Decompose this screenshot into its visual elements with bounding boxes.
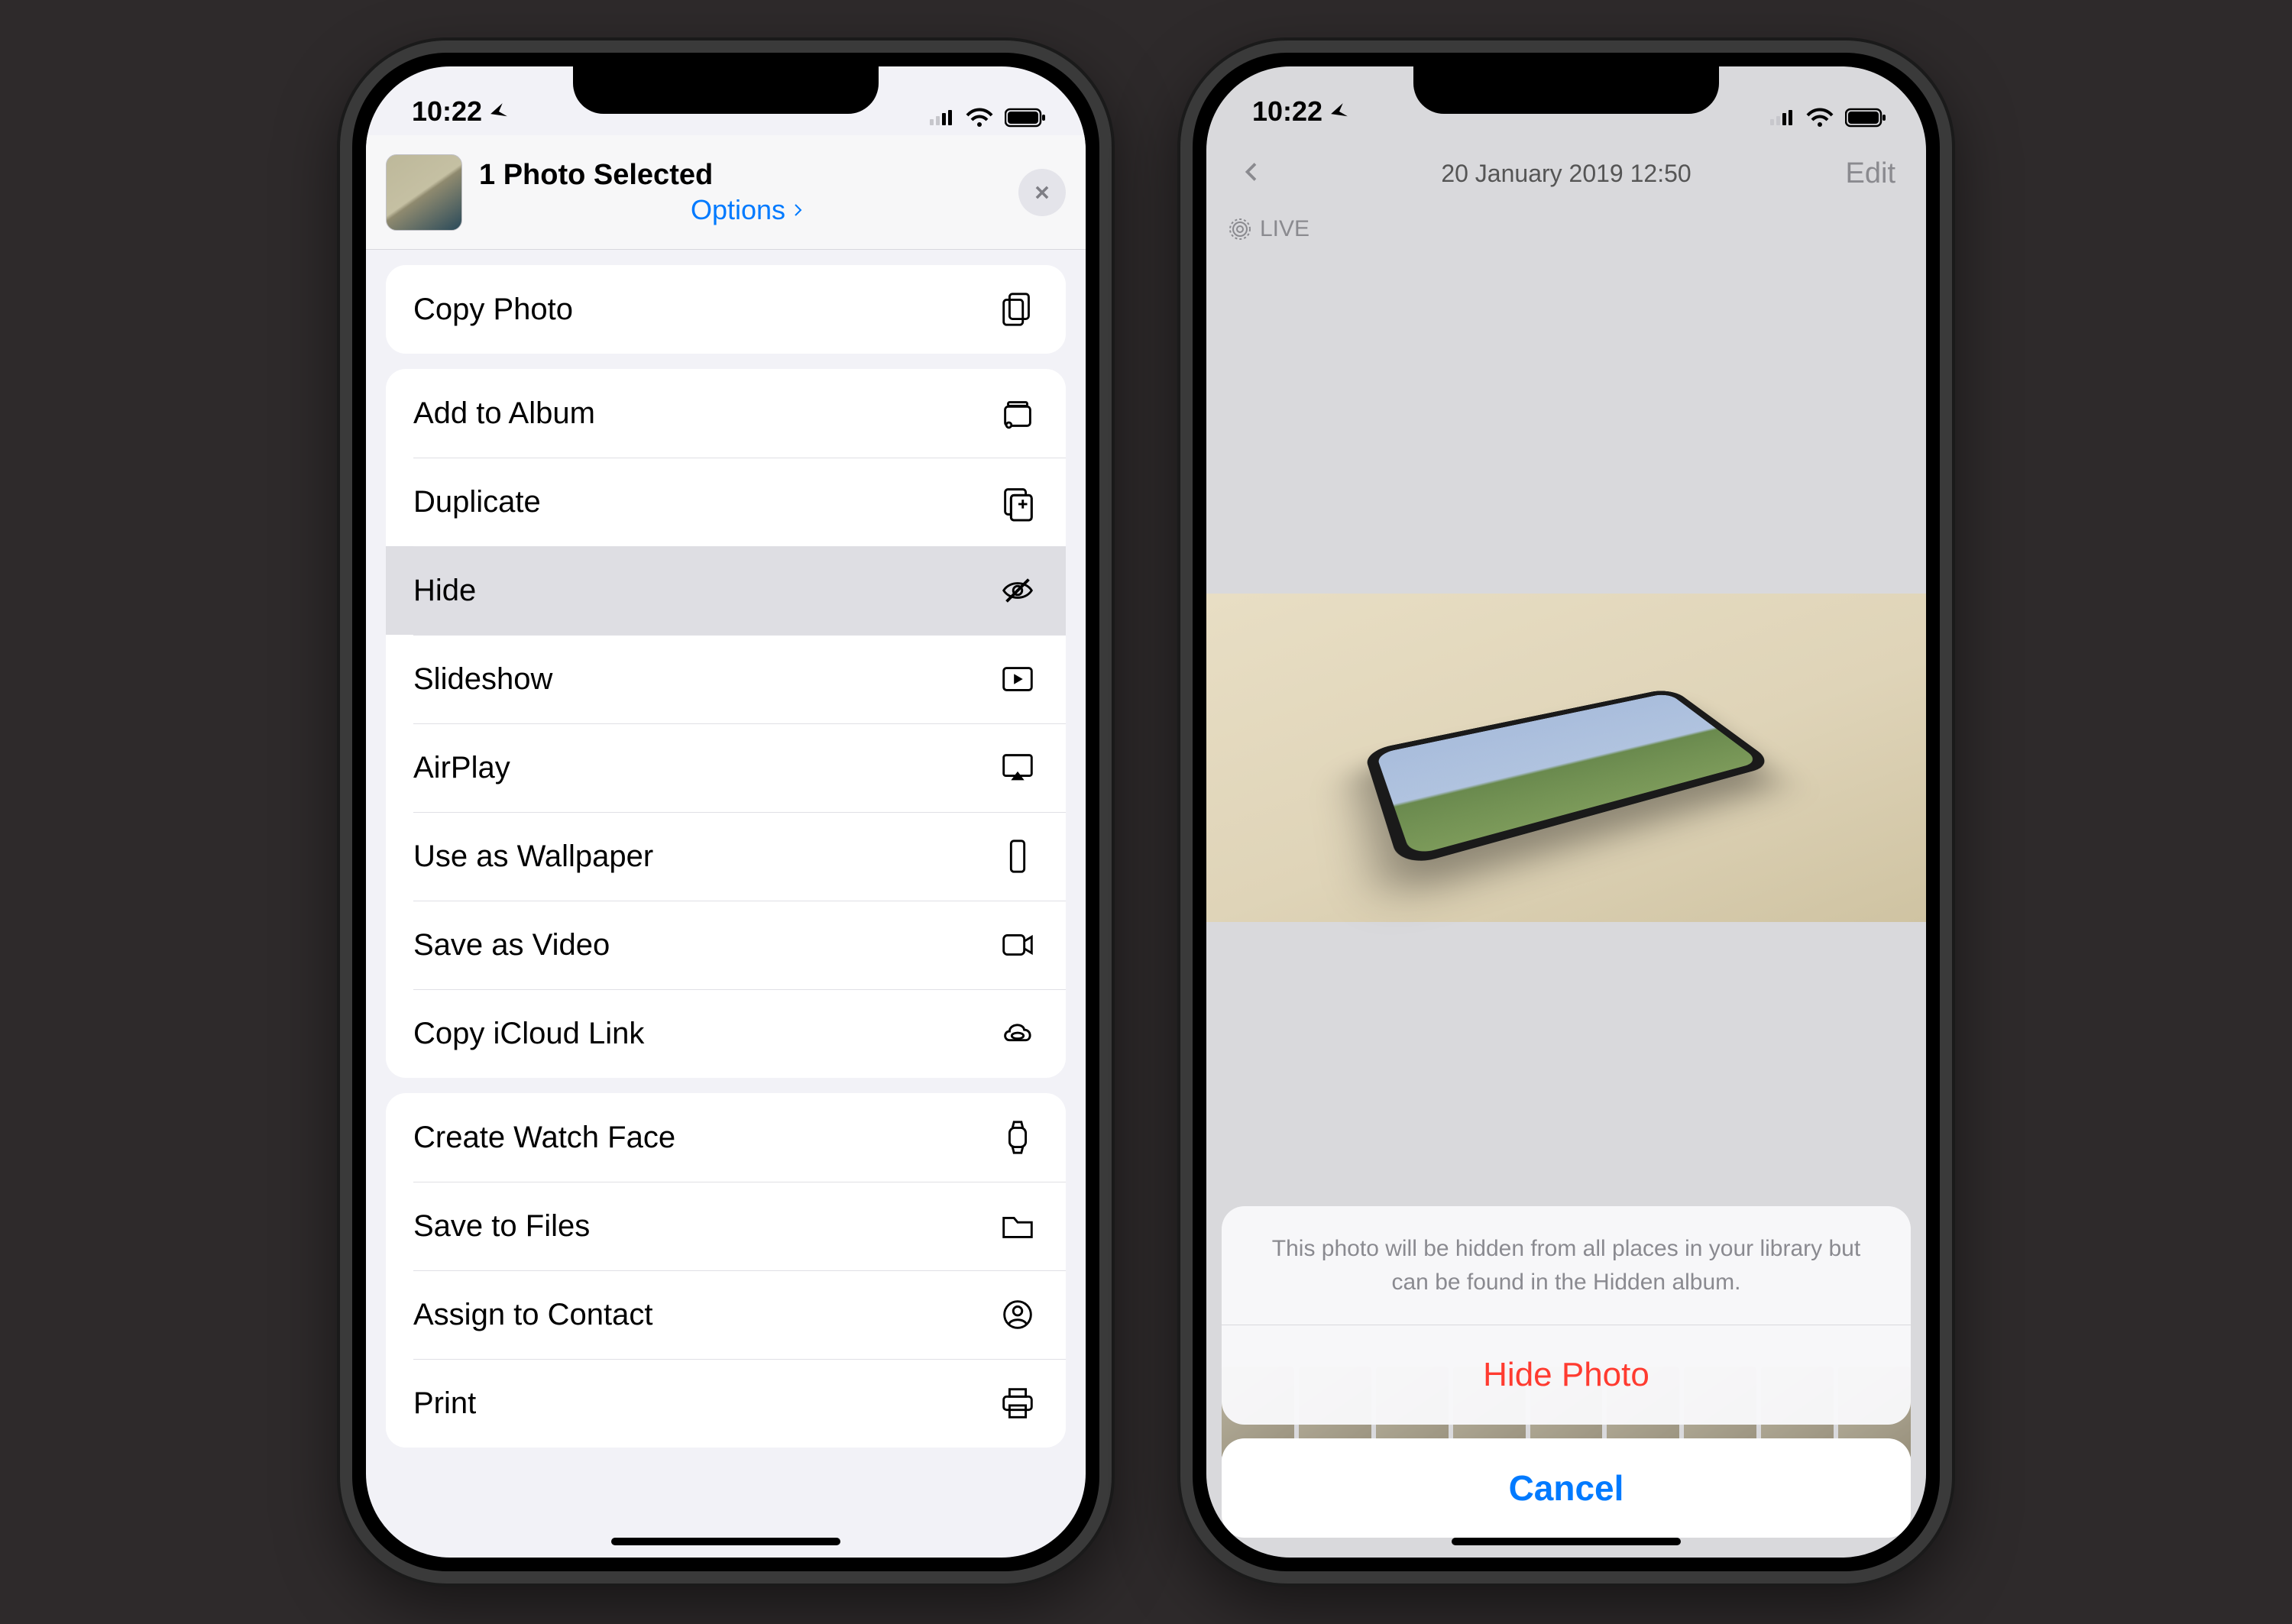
action-add-to-album[interactable]: Add to Album [386,369,1066,458]
battery-icon [1005,108,1047,128]
share-title: 1 Photo Selected [479,158,1018,193]
action-group: Create Watch Face Save to Files Assign to … [386,1093,1066,1448]
action-print[interactable]: Print [386,1359,1066,1448]
action-label: Copy Photo [413,293,573,327]
action-group: Copy Photo [386,265,1066,354]
action-copy-photo[interactable]: Copy Photo [386,265,1066,354]
photo-date-title: 20 January 2019 12:50 [1206,160,1926,188]
action-label: AirPlay [413,751,510,785]
action-duplicate[interactable]: Duplicate [386,458,1066,546]
close-button[interactable] [1018,169,1066,216]
hide-icon [997,571,1038,610]
options-link[interactable]: Options [479,194,1018,226]
location-icon [488,101,510,122]
action-airplay[interactable]: AirPlay [386,723,1066,812]
action-label: Duplicate [413,485,541,519]
status-time: 10:22 [412,95,482,128]
phone-left: 10:22 1 Photo Selected Options [340,40,1112,1584]
location-icon [1329,101,1350,122]
action-hide[interactable]: Hide [386,546,1066,635]
print-icon [997,1383,1038,1423]
action-label: Save as Video [413,928,610,962]
action-label: Save to Files [413,1209,590,1244]
live-icon [1229,218,1251,240]
airplay-icon [997,748,1038,788]
share-header: 1 Photo Selected Options [366,135,1086,250]
close-icon [1029,180,1055,205]
action-label: Copy iCloud Link [413,1017,644,1051]
action-sheet: This photo will be hidden from all place… [1222,1206,1911,1538]
wifi-icon [1805,108,1834,128]
status-time: 10:22 [1252,95,1322,128]
sheet-message: This photo will be hidden from all place… [1222,1206,1911,1325]
action-create-watch-face[interactable]: Create Watch Face [386,1093,1066,1182]
play-icon [997,659,1038,699]
action-save-to-files[interactable]: Save to Files [386,1182,1066,1270]
photo-viewer[interactable] [1206,594,1926,922]
duplicate-icon [997,482,1038,522]
navbar: 20 January 2019 12:50 Edit [1206,135,1926,212]
action-slideshow[interactable]: Slideshow [386,635,1066,723]
signal-icon [1769,108,1795,127]
folder-icon [997,1206,1038,1246]
contact-icon [997,1295,1038,1334]
home-indicator[interactable] [1452,1538,1681,1545]
selected-thumbnail[interactable] [386,154,462,231]
action-label: Use as Wallpaper [413,839,653,874]
action-copy-icloud-link[interactable]: Copy iCloud Link [386,989,1066,1078]
action-label: Add to Album [413,396,595,431]
live-badge: LIVE [1206,212,1926,247]
phone-right: 10:22 20 January 2019 12:50 Edit LIVE [1180,40,1952,1584]
album-icon [997,393,1038,433]
action-label: Assign to Contact [413,1298,653,1332]
battery-icon [1845,108,1888,128]
action-label: Create Watch Face [413,1121,675,1155]
watch-icon [997,1118,1038,1157]
wifi-icon [965,108,994,128]
video-icon [997,925,1038,965]
screen-photo-detail: 10:22 20 January 2019 12:50 Edit LIVE [1206,66,1926,1558]
action-label: Print [413,1386,476,1421]
screen-share-sheet: 10:22 1 Photo Selected Options [366,66,1086,1558]
action-group: Add to Album Duplicate Hide Slideshow AirPla… [386,369,1066,1078]
home-indicator[interactable] [611,1538,840,1545]
action-label: Hide [413,574,476,608]
hide-photo-button[interactable]: Hide Photo [1222,1325,1911,1425]
wallpaper-icon [997,836,1038,876]
action-save-as-video[interactable]: Save as Video [386,901,1066,989]
chevron-right-icon [788,201,807,219]
cancel-button[interactable]: Cancel [1222,1438,1911,1538]
action-label: Slideshow [413,662,552,697]
action-assign-to-contact[interactable]: Assign to Contact [386,1270,1066,1359]
signal-icon [928,108,954,127]
action-use-as-wallpaper[interactable]: Use as Wallpaper [386,812,1066,901]
copy-icon [997,290,1038,329]
cloudlink-icon [997,1014,1038,1053]
